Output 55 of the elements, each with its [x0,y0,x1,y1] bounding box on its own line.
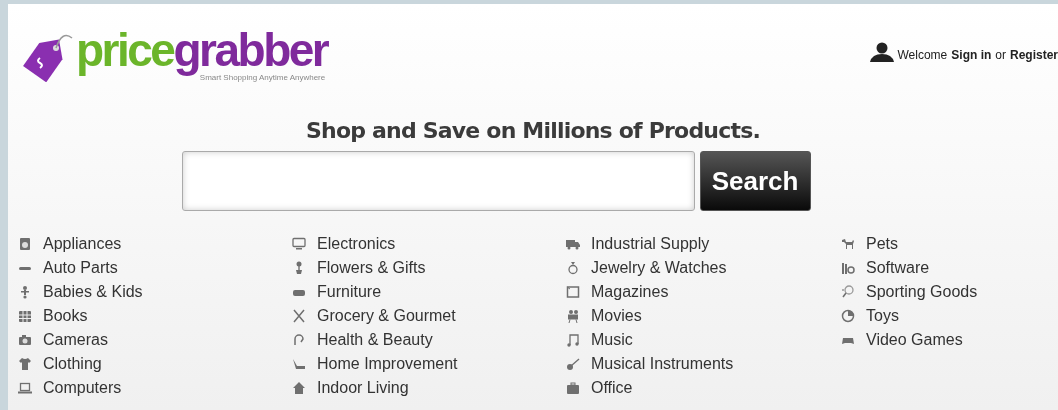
grid-icon [18,309,32,323]
category-link[interactable]: Jewelry & Watches [591,259,727,277]
category-link[interactable]: Indoor Living [317,379,409,397]
category-link[interactable]: Sporting Goods [866,283,978,301]
category-link[interactable]: Software [866,259,930,277]
dog-icon [841,237,855,251]
category-link[interactable]: Home Improvement [317,355,458,373]
category-link[interactable]: Books [43,307,88,325]
monitor-icon [292,237,306,251]
logo-tagline: Smart Shopping Anytime Anywhere [199,73,326,82]
category-link[interactable]: Music [591,331,633,349]
guitar-icon [566,357,580,371]
welcome-text: Welcome [897,48,948,62]
baby-icon [18,285,32,299]
category-link[interactable]: Office [591,379,633,397]
music-note-icon [566,333,580,347]
utensils-icon [292,309,306,323]
category-link[interactable]: Pets [866,235,898,253]
category-link[interactable]: Movies [591,307,642,325]
shirt-icon [18,357,32,371]
or-text: or [995,48,1006,62]
ring-icon [566,261,580,275]
category-link[interactable]: Musical Instruments [591,355,734,373]
category-link[interactable]: Computers [43,379,122,397]
category-link[interactable]: Grocery & Gourmet [317,307,456,325]
laptop-icon [18,381,32,395]
magazine-icon [566,285,580,299]
category-link[interactable]: Video Games [866,331,963,349]
category-link[interactable]: Flowers & Gifts [317,259,426,277]
racket-icon [841,285,855,299]
register-link[interactable]: Register [1009,48,1058,62]
search-button[interactable]: Search [699,151,811,211]
category-link[interactable]: Clothing [43,355,102,373]
headline: Shop and Save on Millions of Products. [305,118,761,143]
category-link[interactable]: Furniture [317,283,382,301]
briefcase-icon [566,381,580,395]
search-field[interactable] [181,151,695,211]
user-icon [869,42,894,62]
software-icon [841,261,855,275]
category-link[interactable]: Babies & Kids [43,283,143,301]
category-link[interactable]: Industrial Supply [591,235,710,253]
washer-icon [18,237,32,251]
ball-icon [841,309,855,323]
category-link[interactable]: Magazines [591,283,669,301]
category-link[interactable]: Toys [866,307,899,325]
category-link[interactable]: Appliances [43,235,122,253]
camera-icon [18,333,32,347]
category-link[interactable]: Auto Parts [43,259,118,277]
category-link[interactable]: Cameras [43,331,108,349]
sign-in-link[interactable]: Sign in [951,48,992,62]
film-camera-icon [566,309,580,323]
house-icon [292,381,306,395]
category-link[interactable]: Electronics [317,235,396,253]
truck-icon [566,237,580,251]
category-link[interactable]: Health & Beauty [317,331,433,349]
